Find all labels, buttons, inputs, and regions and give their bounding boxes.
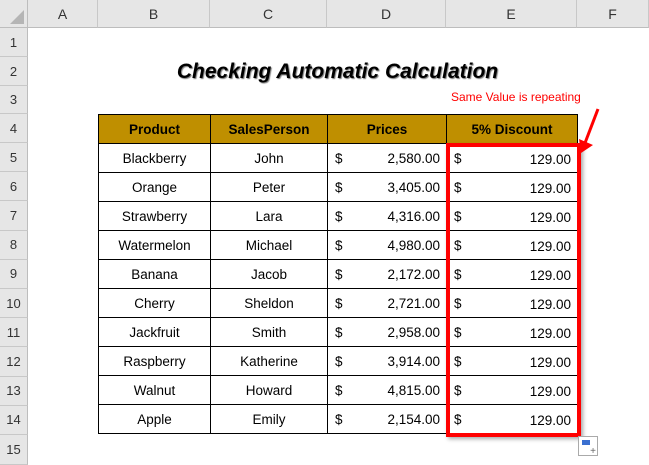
- currency-symbol: $: [335, 325, 343, 340]
- product-cell[interactable]: Blackberry: [98, 143, 211, 173]
- column-header-A[interactable]: A: [28, 0, 98, 28]
- price-cell[interactable]: $2,721.00: [327, 288, 447, 318]
- salesperson-cell[interactable]: Emily: [210, 404, 328, 434]
- currency-symbol: $: [335, 354, 343, 369]
- column-header-E[interactable]: E: [446, 0, 577, 28]
- amount: 4,316.00: [387, 208, 440, 224]
- currency-symbol: $: [335, 209, 343, 224]
- salesperson-cell[interactable]: Jacob: [210, 259, 328, 289]
- currency-symbol: $: [335, 238, 343, 253]
- select-all-corner[interactable]: [0, 0, 28, 28]
- price-cell[interactable]: $2,958.00: [327, 317, 447, 347]
- amount: 2,721.00: [387, 295, 440, 311]
- amount: 2,580.00: [387, 150, 440, 166]
- salesperson-cell[interactable]: Smith: [210, 317, 328, 347]
- row-header-7[interactable]: 7: [0, 201, 28, 231]
- amount: 4,815.00: [387, 382, 440, 398]
- product-cell[interactable]: Banana: [98, 259, 211, 289]
- column-header-cell[interactable]: Product: [98, 114, 211, 144]
- annotation-text: Same Value is repeating: [451, 90, 581, 104]
- row-header-1[interactable]: 1: [0, 28, 28, 57]
- column-header-cell[interactable]: 5% Discount: [446, 114, 578, 144]
- row-header-10[interactable]: 10: [0, 289, 28, 319]
- product-cell[interactable]: Watermelon: [98, 230, 211, 260]
- amount: 3,914.00: [387, 353, 440, 369]
- price-cell[interactable]: $3,914.00: [327, 346, 447, 376]
- row-header-5[interactable]: 5: [0, 143, 28, 173]
- product-cell[interactable]: Apple: [98, 404, 211, 434]
- salesperson-cell[interactable]: Michael: [210, 230, 328, 260]
- salesperson-cell[interactable]: Katherine: [210, 346, 328, 376]
- product-cell[interactable]: Cherry: [98, 288, 211, 318]
- currency-symbol: $: [335, 383, 343, 398]
- salesperson-cell[interactable]: Howard: [210, 375, 328, 405]
- currency-symbol: $: [335, 267, 343, 282]
- product-cell[interactable]: Raspberry: [98, 346, 211, 376]
- row-header-11[interactable]: 11: [0, 318, 28, 348]
- salesperson-cell[interactable]: Sheldon: [210, 288, 328, 318]
- row-header-13[interactable]: 13: [0, 376, 28, 406]
- amount: 3,405.00: [387, 179, 440, 195]
- column-header-cell[interactable]: Prices: [327, 114, 447, 144]
- row-header-14[interactable]: 14: [0, 405, 28, 435]
- row-header-4[interactable]: 4: [0, 114, 28, 143]
- amount: 2,172.00: [387, 266, 440, 282]
- sheet-title: Checking Automatic Calculation: [176, 60, 499, 83]
- price-cell[interactable]: $2,172.00: [327, 259, 447, 289]
- product-cell[interactable]: Walnut: [98, 375, 211, 405]
- row-header-9[interactable]: 9: [0, 259, 28, 289]
- column-header-C[interactable]: C: [210, 0, 327, 28]
- price-cell[interactable]: $4,316.00: [327, 201, 447, 231]
- row-header-12[interactable]: 12: [0, 347, 28, 377]
- price-cell[interactable]: $4,980.00: [327, 230, 447, 260]
- amount: 4,980.00: [387, 237, 440, 253]
- product-cell[interactable]: Jackfruit: [98, 317, 211, 347]
- salesperson-cell[interactable]: John: [210, 143, 328, 173]
- row-header-2[interactable]: 2: [0, 57, 28, 86]
- currency-symbol: $: [335, 151, 343, 166]
- currency-symbol: $: [335, 180, 343, 195]
- price-cell[interactable]: $4,815.00: [327, 375, 447, 405]
- currency-symbol: $: [335, 296, 343, 311]
- column-header-B[interactable]: B: [98, 0, 210, 28]
- column-header-F[interactable]: F: [577, 0, 649, 28]
- highlight-box: [446, 143, 581, 437]
- currency-symbol: $: [335, 412, 343, 427]
- product-cell[interactable]: Orange: [98, 172, 211, 202]
- row-header-6[interactable]: 6: [0, 172, 28, 202]
- amount: 2,154.00: [387, 411, 440, 427]
- salesperson-cell[interactable]: Lara: [210, 201, 328, 231]
- row-header-8[interactable]: 8: [0, 230, 28, 260]
- paste-options-icon[interactable]: [578, 436, 598, 457]
- product-cell[interactable]: Strawberry: [98, 201, 211, 231]
- row-header-3[interactable]: 3: [0, 86, 28, 114]
- amount: 2,958.00: [387, 324, 440, 340]
- price-cell[interactable]: $2,154.00: [327, 404, 447, 434]
- column-header-D[interactable]: D: [327, 0, 446, 28]
- price-cell[interactable]: $2,580.00: [327, 143, 447, 173]
- price-cell[interactable]: $3,405.00: [327, 172, 447, 202]
- arrow-icon: [579, 108, 600, 153]
- column-header-cell[interactable]: SalesPerson: [210, 114, 328, 144]
- salesperson-cell[interactable]: Peter: [210, 172, 328, 202]
